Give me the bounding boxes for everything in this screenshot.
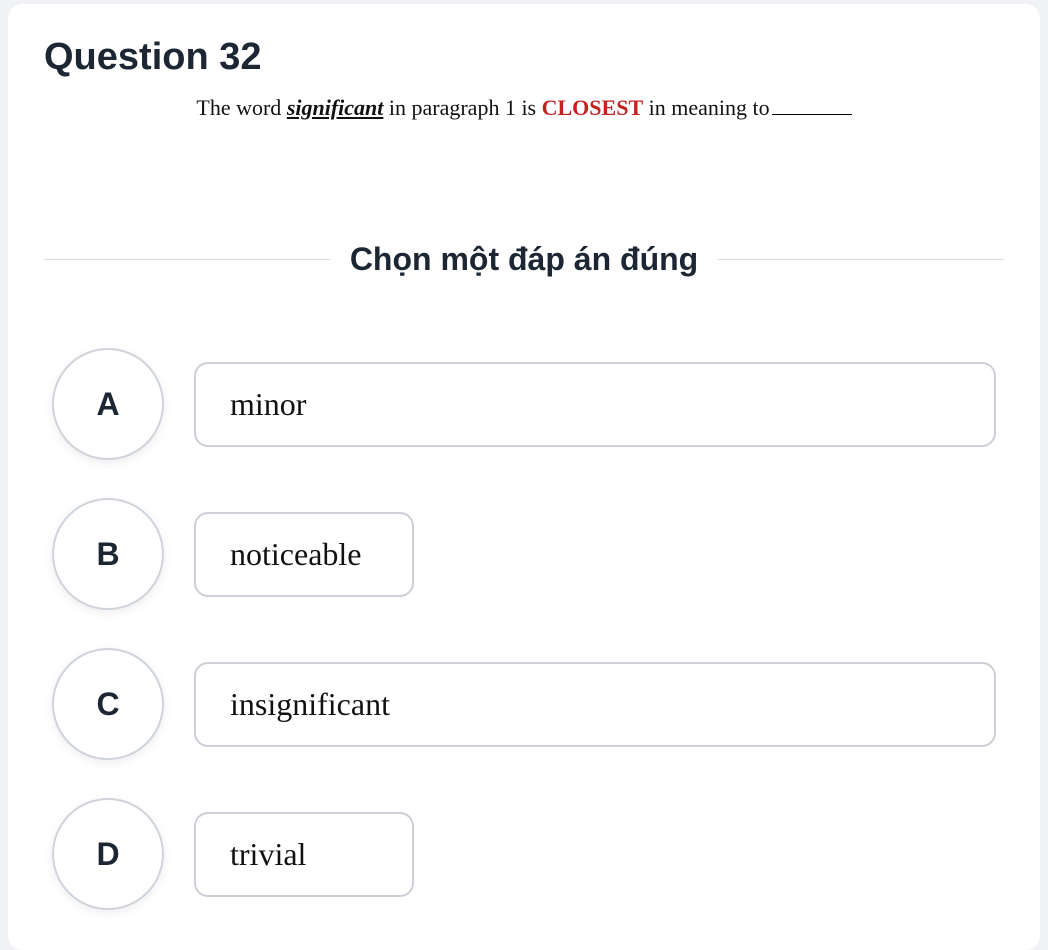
question-prompt: The word significant in paragraph 1 is C…: [44, 95, 1004, 121]
option-b[interactable]: B noticeable: [52, 498, 996, 610]
option-text-b[interactable]: noticeable: [194, 512, 414, 597]
prompt-text-pre: The word: [196, 95, 286, 120]
prompt-highlight: CLOSEST: [542, 95, 644, 120]
option-text-a[interactable]: minor: [194, 362, 996, 447]
option-a[interactable]: A minor: [52, 348, 996, 460]
options-list: A minor B noticeable C insignificant D t…: [44, 348, 1004, 910]
prompt-blank: [772, 114, 852, 115]
option-text-c[interactable]: insignificant: [194, 662, 996, 747]
question-title: Question 32: [44, 36, 1004, 79]
option-c[interactable]: C insignificant: [52, 648, 996, 760]
option-letter-c[interactable]: C: [52, 648, 164, 760]
instruction-divider: Chọn một đáp án đúng: [44, 241, 1004, 278]
prompt-keyword: significant: [287, 95, 384, 120]
question-card: Question 32 The word significant in para…: [8, 4, 1040, 950]
option-letter-b[interactable]: B: [52, 498, 164, 610]
option-letter-a[interactable]: A: [52, 348, 164, 460]
option-letter-d[interactable]: D: [52, 798, 164, 910]
prompt-text-post: in meaning to: [643, 95, 769, 120]
option-d[interactable]: D trivial: [52, 798, 996, 910]
divider-line-left: [44, 259, 330, 260]
instruction-text: Chọn một đáp án đúng: [350, 241, 698, 278]
option-text-d[interactable]: trivial: [194, 812, 414, 897]
prompt-text-mid: in paragraph 1 is: [383, 95, 541, 120]
divider-line-right: [718, 259, 1004, 260]
